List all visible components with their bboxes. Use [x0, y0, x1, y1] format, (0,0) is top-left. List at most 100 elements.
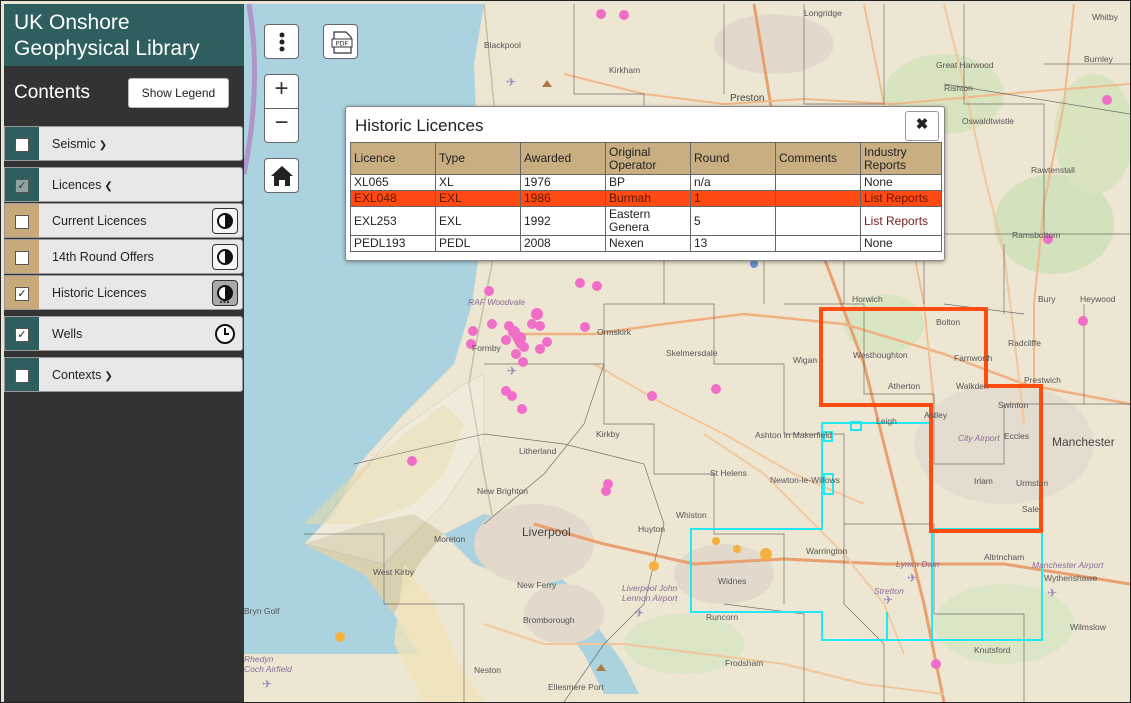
- table-row[interactable]: PEDL193 PEDL 2008 Nexen 13 None: [350, 235, 942, 252]
- table-cell: [775, 235, 861, 252]
- map-label: Kirkby: [596, 429, 620, 439]
- historic-licences-popup: Historic Licences ✖ Licence Type Awarded…: [345, 106, 945, 261]
- table-cell: [775, 174, 861, 191]
- opacity-button[interactable]: [212, 244, 238, 270]
- table-row[interactable]: XL065 XL 1976 BP n/a None: [350, 174, 942, 191]
- layer-checkbox-licences[interactable]: ✓: [15, 179, 29, 193]
- svg-text:✈: ✈: [907, 571, 917, 585]
- svg-text:✈: ✈: [507, 364, 517, 378]
- map-label: Astley: [924, 410, 948, 420]
- table-cell: 5: [690, 206, 776, 236]
- layer-checkbox-historic-licences[interactable]: ✓: [15, 287, 29, 301]
- opacity-button[interactable]: [212, 280, 238, 306]
- layer-checkbox-contexts[interactable]: [15, 369, 29, 383]
- table-cell: PEDL: [435, 235, 521, 252]
- layer-checkbox-current-licences[interactable]: [15, 215, 29, 229]
- close-button[interactable]: ✖: [905, 111, 939, 141]
- table-cell: EXL: [435, 206, 521, 236]
- svg-text:✈: ✈: [506, 75, 516, 89]
- opacity-icon: [217, 249, 233, 265]
- time-filter-button[interactable]: [214, 323, 236, 345]
- chevron-up-icon[interactable]: ❮: [104, 181, 112, 192]
- map-label: Bolton: [936, 317, 961, 327]
- chevron-down-icon[interactable]: ❯: [99, 140, 107, 151]
- table-cell: None: [860, 235, 942, 252]
- column-header[interactable]: Licence: [350, 142, 436, 175]
- svg-text:PDF: PDF: [336, 40, 349, 48]
- column-header[interactable]: Industry Reports: [860, 142, 942, 175]
- map-label: Oswaldtwistle: [962, 116, 1014, 126]
- table-cell: Burmah: [605, 190, 691, 207]
- map-label: Manchester Airport: [1032, 560, 1104, 570]
- map-label: Knutsford: [974, 645, 1011, 655]
- zoom-out-button[interactable]: −: [264, 108, 299, 143]
- layer-checkbox-wells[interactable]: ✓: [15, 328, 29, 342]
- column-header[interactable]: Awarded: [520, 142, 606, 175]
- map-label: Ramsbottom: [1012, 230, 1061, 240]
- map-label: Kirkham: [609, 65, 641, 75]
- svg-text:✈: ✈: [262, 677, 272, 691]
- layer-row-current-licences[interactable]: Current Licences: [4, 203, 243, 238]
- map-label: Rawtenstall: [1031, 165, 1075, 175]
- map-label: Newton-le-Willows: [770, 475, 840, 485]
- layer-row-seismic[interactable]: Seismic ❯: [4, 126, 243, 161]
- map-label: Ashton in Makerfield: [755, 430, 833, 440]
- layer-label: Historic Licences: [52, 286, 147, 300]
- table-cell: 1976: [520, 174, 606, 191]
- map-label: Wigan: [793, 355, 818, 365]
- layer-row-contexts[interactable]: Contexts ❯: [4, 357, 243, 392]
- layer-label: 14th Round Offers: [52, 250, 154, 264]
- table-cell: [775, 190, 861, 207]
- map-label: Altrincham: [984, 552, 1025, 562]
- layer-row-historic-licences[interactable]: ✓ Historic Licences: [4, 275, 243, 310]
- map-label: Wilmslow: [1070, 622, 1106, 632]
- svg-text:✈: ✈: [634, 606, 644, 620]
- map-label: Bury: [1038, 294, 1056, 304]
- layer-checkbox-seismic[interactable]: [15, 138, 29, 152]
- table-cell: 13: [690, 235, 776, 252]
- map-label: Skelmersdale: [666, 348, 718, 358]
- show-legend-button[interactable]: Show Legend: [128, 78, 229, 108]
- map-label: Bryn Golf: [244, 606, 280, 616]
- map-label: Westhoughton: [853, 350, 908, 360]
- table-cell: None: [860, 174, 942, 191]
- map-label: Liverpool: [522, 525, 571, 539]
- map-label: Irlam: [974, 476, 993, 486]
- map-label: RAF Woodvale: [468, 297, 526, 307]
- map-label: Bromborough: [523, 615, 575, 625]
- contents-bar: Contents Show Legend: [4, 66, 244, 118]
- zoom-in-button[interactable]: +: [264, 74, 299, 109]
- table-row[interactable]: EXL253 EXL 1992 Eastern Genera 5 List Re…: [350, 206, 942, 236]
- map-label: City Airport: [958, 433, 1000, 443]
- map-label: Warrington: [806, 546, 848, 556]
- table-cell: EXL: [435, 190, 521, 207]
- layer-checkbox-14th-round[interactable]: [15, 251, 29, 265]
- map-label: Atherton: [888, 381, 921, 391]
- layer-row-14th-round-offers[interactable]: 14th Round Offers: [4, 239, 243, 274]
- more-options-button[interactable]: [264, 24, 299, 59]
- column-header[interactable]: Comments: [775, 142, 861, 175]
- layer-label: Licences ❮: [52, 178, 113, 192]
- map-label: Urmston: [1016, 478, 1049, 488]
- pdf-export-button[interactable]: PDF: [323, 24, 358, 59]
- layer-row-licences[interactable]: ✓ Licences ❮: [4, 167, 243, 202]
- table-cell: EXL048: [350, 190, 436, 207]
- svg-text:✈: ✈: [1047, 586, 1057, 600]
- list-reports-link[interactable]: List Reports: [860, 190, 942, 207]
- map-label: Blackpool: [484, 40, 521, 50]
- list-reports-link[interactable]: List Reports: [860, 206, 942, 236]
- opacity-button[interactable]: [212, 208, 238, 234]
- table-row-selected[interactable]: EXL048 EXL 1986 Burmah 1 List Reports: [350, 190, 942, 207]
- home-button[interactable]: [264, 158, 299, 193]
- chevron-down-icon[interactable]: ❯: [104, 371, 112, 382]
- column-header[interactable]: Original Operator: [605, 142, 691, 175]
- layer-label: Wells: [52, 327, 83, 341]
- table-cell: PEDL193: [350, 235, 436, 252]
- map-label: Widnes: [718, 576, 747, 586]
- app-title-line1: UK Onshore: [14, 11, 130, 34]
- map-label: Huyton: [638, 524, 665, 534]
- column-header[interactable]: Type: [435, 142, 521, 175]
- layer-row-wells[interactable]: ✓ Wells: [4, 316, 243, 351]
- table-cell: 2008: [520, 235, 606, 252]
- column-header[interactable]: Round: [690, 142, 776, 175]
